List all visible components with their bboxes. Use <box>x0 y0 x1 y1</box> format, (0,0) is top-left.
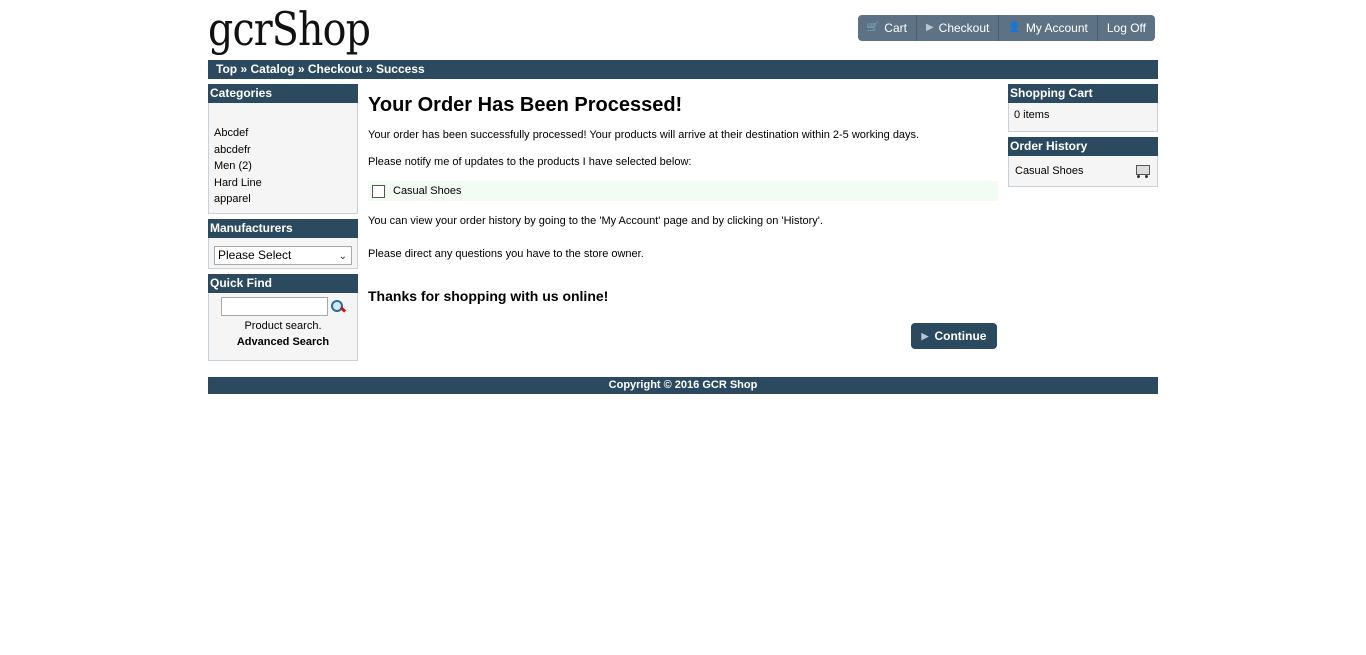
log-off-button-label: Log Off <box>1106 21 1146 35</box>
cart-icon: 🛒 <box>866 22 880 33</box>
notify-product-row: Casual Shoes <box>368 181 998 201</box>
triangle-right-icon: ▶ <box>925 22 934 33</box>
product-search-hint: Product search. <box>244 320 322 332</box>
category-link[interactable]: abcdefr <box>214 142 352 159</box>
advanced-search-link[interactable]: Advanced Search <box>209 336 357 348</box>
order-history-title[interactable]: Order History <box>1008 137 1158 156</box>
categories-title: Categories <box>208 84 358 103</box>
manufacturer-select[interactable]: Please Select ⌄ <box>214 246 352 265</box>
continue-button[interactable]: ▶ Continue <box>911 323 997 349</box>
manufacturers-title: Manufacturers <box>208 219 358 238</box>
breadcrumb-top[interactable]: Top <box>216 62 237 76</box>
user-icon: 👤 <box>1008 22 1021 33</box>
cart-button[interactable]: 🛒 Cart <box>857 15 917 41</box>
log-off-button[interactable]: Log Off <box>1097 15 1155 41</box>
order-history-box: Order History Casual Shoes <box>1008 137 1158 187</box>
my-account-button[interactable]: 👤 My Account <box>999 15 1098 41</box>
notify-product-label: Casual Shoes <box>393 185 462 197</box>
main-content: Your Order Has Been Processed! Your orde… <box>368 84 998 349</box>
breadcrumb: Top » Catalog » Checkout » Success <box>208 60 1158 79</box>
my-account-button-label: My Account <box>1025 21 1088 35</box>
quick-find-title: Quick Find <box>208 274 358 293</box>
chevron-down-icon: ⌄ <box>338 251 347 262</box>
shopping-cart-title[interactable]: Shopping Cart <box>1008 84 1158 103</box>
shopping-cart-count: 0 items <box>1014 109 1050 121</box>
category-link[interactable]: Abcdef <box>214 125 352 142</box>
breadcrumb-catalog[interactable]: Catalog <box>250 62 294 76</box>
category-link[interactable]: Hard Line <box>214 175 352 192</box>
page-title: Your Order Has Been Processed! <box>368 94 683 116</box>
triangle-right-icon: ▶ <box>921 330 929 341</box>
checkout-button-label: Checkout <box>938 21 990 35</box>
quick-find-box: Quick Find Product search. Advanced Sear… <box>208 274 358 361</box>
search-icon[interactable] <box>331 299 347 314</box>
cart-button-label: Cart <box>884 21 907 35</box>
breadcrumb-checkout[interactable]: Checkout <box>308 62 363 76</box>
top-navigation: 🛒 Cart ▶ Checkout 👤 My Account Log Off <box>857 15 1155 41</box>
categories-box: Categories Abcdef abcdefr Men (2) Hard L… <box>208 84 358 214</box>
add-to-cart-icon[interactable] <box>1133 163 1151 179</box>
manufacturers-box: Manufacturers Please Select ⌄ <box>208 219 358 269</box>
breadcrumb-separator: » <box>297 62 305 76</box>
order-history-message: You can view your order history by going… <box>368 215 823 227</box>
category-link[interactable]: Men (2) <box>214 158 352 175</box>
thanks-message: Thanks for shopping with us online! <box>368 288 609 304</box>
checkout-button[interactable]: ▶ Checkout <box>916 15 1000 41</box>
shopping-cart-box: Shopping Cart 0 items <box>1008 84 1158 132</box>
search-input[interactable] <box>221 297 328 316</box>
notify-checkbox[interactable] <box>372 184 385 198</box>
breadcrumb-separator: » <box>365 62 373 76</box>
footer-copyright: Copyright © 2016 GCR Shop <box>208 377 1158 394</box>
order-history-item[interactable]: Casual Shoes <box>1015 165 1084 177</box>
breadcrumb-success[interactable]: Success <box>376 62 425 76</box>
store-owner-message: Please direct any questions you have to … <box>368 248 644 260</box>
category-link[interactable]: apparel <box>214 191 352 208</box>
manufacturer-select-value: Please Select <box>218 248 292 262</box>
notify-message: Please notify me of updates to the produ… <box>368 156 692 168</box>
continue-button-label: Continue <box>934 329 987 343</box>
site-logo[interactable]: gcrShop <box>208 4 371 54</box>
breadcrumb-separator: » <box>240 62 248 76</box>
success-message: Your order has been successfully process… <box>368 129 920 141</box>
